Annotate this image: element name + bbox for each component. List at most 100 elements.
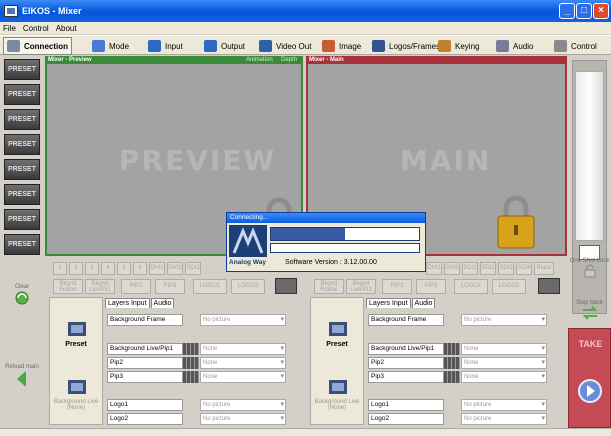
t-bar-fader[interactable] — [575, 71, 604, 241]
layer-select[interactable]: None — [461, 357, 547, 369]
layer-select[interactable]: No picture — [461, 314, 547, 326]
layer-grid-button[interactable] — [538, 278, 560, 294]
source-button[interactable]: 1 — [53, 262, 67, 275]
control-icon — [554, 40, 567, 52]
preview-header-title: Mixer - Preview — [48, 57, 92, 63]
layer-select[interactable]: No picture — [461, 399, 547, 411]
menu-about[interactable]: About — [56, 24, 77, 33]
toolbar-input-button[interactable]: Input — [148, 37, 183, 55]
preset-thumbnail[interactable]: PRESET — [4, 184, 40, 205]
source-button[interactable]: 2 — [69, 262, 83, 275]
menu-control[interactable]: Control — [23, 24, 49, 33]
layer-button[interactable]: PIP3 — [155, 279, 185, 294]
layer-button[interactable]: Bkgnd Live/Pi1 — [346, 279, 376, 294]
layer-button[interactable]: PIP3 — [416, 279, 446, 294]
preset-thumbnail[interactable]: PRESET — [4, 159, 40, 180]
right-control-column: One Shot Lock Step back TAKE — [568, 56, 611, 428]
depth-link[interactable]: Depth — [281, 56, 297, 64]
source-button[interactable]: DVI1 — [149, 262, 165, 275]
dialog-title: Connecting... — [227, 213, 425, 223]
source-button[interactable]: SDI1 — [462, 262, 478, 275]
layer-select[interactable]: No picture — [200, 314, 286, 326]
clear-button[interactable]: Clear — [4, 284, 40, 308]
layer-select[interactable]: None — [200, 371, 286, 383]
layer-row: Background Live/Pip1 None — [107, 343, 286, 355]
source-button[interactable]: DVI1 — [426, 262, 442, 275]
source-button[interactable]: 6 — [133, 262, 147, 275]
layer-select[interactable]: No picture — [200, 399, 286, 411]
layer-select[interactable]: None — [461, 371, 547, 383]
layer-row: Pip2 None — [368, 357, 547, 369]
layer-button[interactable]: LOGO2 — [231, 279, 265, 294]
tab-layers-input[interactable]: Layers Input — [366, 298, 411, 308]
toolbar-keying-button[interactable]: Keying — [438, 37, 479, 55]
toolbar-image-button[interactable]: Image — [322, 37, 361, 55]
layer-button[interactable]: LOGO1 — [193, 279, 227, 294]
background-live-icon — [68, 380, 86, 394]
animation-link[interactable]: Animation — [246, 56, 273, 64]
preset-icon — [68, 322, 86, 336]
layer-button[interactable]: Bkgnd Frame — [314, 279, 344, 294]
toolbar-logos-frames-button[interactable]: Logos/Frames — [372, 37, 440, 55]
source-button[interactable]: DVI2 — [444, 262, 460, 275]
preset-label: Preset — [326, 341, 348, 348]
toolbar-mode-button[interactable]: Mode — [92, 37, 129, 55]
toolbar-connection-button[interactable]: Connection — [3, 37, 72, 55]
preset-thumbnail[interactable]: PRESET — [4, 234, 40, 255]
progress-bar — [270, 227, 420, 241]
layer-select[interactable]: None — [461, 343, 547, 355]
minimize-button[interactable]: _ — [559, 3, 575, 19]
monitor-icon — [7, 40, 20, 52]
layer-bars-icon[interactable] — [444, 343, 460, 355]
source-button[interactable]: SDI3 — [498, 262, 514, 275]
layer-button[interactable]: Bkgnd Frame — [53, 279, 83, 294]
preset-thumbnail[interactable]: PRESET — [4, 59, 40, 80]
maximize-button[interactable]: □ — [576, 3, 592, 19]
layer-bars-icon[interactable] — [183, 343, 199, 355]
source-button[interactable]: 3 — [85, 262, 99, 275]
layer-button[interactable]: Bkgnd Live/Pi1 — [85, 279, 115, 294]
layer-bars-icon[interactable] — [444, 371, 460, 383]
layer-bars-icon[interactable] — [183, 357, 199, 369]
step-back-button[interactable]: Step back — [568, 300, 611, 322]
toolbar-audio-button[interactable]: Audio — [496, 37, 533, 55]
preset-thumbnail[interactable]: PRESET — [4, 134, 40, 155]
layer-grid-button[interactable] — [275, 278, 297, 294]
toolbar-video-out-button[interactable]: Video Out — [259, 37, 311, 55]
source-button[interactable]: Black — [534, 262, 554, 275]
preset-thumbnail[interactable]: PRESET — [4, 109, 40, 130]
tab-layers-input[interactable]: Layers Input — [105, 298, 150, 308]
arrow-left-icon — [17, 371, 26, 387]
source-button[interactable]: SDI2 — [480, 262, 496, 275]
one-shot-lock-button[interactable]: One Shot Lock — [568, 258, 611, 280]
toolbar-label: Image — [339, 41, 362, 51]
source-button[interactable]: 4 — [101, 262, 115, 275]
menu-file[interactable]: File — [3, 24, 16, 33]
source-button[interactable]: 5 — [117, 262, 131, 275]
preset-thumbnail[interactable]: PRESET — [4, 209, 40, 230]
close-button[interactable]: × — [593, 3, 609, 19]
layer-bars-icon[interactable] — [444, 357, 460, 369]
preset-icon — [329, 322, 347, 336]
toolbar-output-button[interactable]: Output — [204, 37, 245, 55]
layer-name: Pip3 — [368, 371, 444, 383]
layer-button[interactable]: PIP2 — [382, 279, 412, 294]
toolbar-label: Input — [165, 41, 183, 51]
layer-button[interactable]: PIP2 — [121, 279, 151, 294]
layer-select[interactable]: No picture — [200, 413, 286, 425]
toolbar-control-button[interactable]: Control — [554, 37, 597, 55]
layer-button[interactable]: LOGO2 — [492, 279, 526, 294]
take-button[interactable]: TAKE — [568, 328, 611, 428]
layer-select[interactable]: None — [200, 357, 286, 369]
preset-thumbnail[interactable]: PRESET — [4, 84, 40, 105]
tab-audio[interactable]: Audio — [150, 298, 175, 308]
layer-button[interactable]: LOGO1 — [454, 279, 488, 294]
layer-select[interactable]: None — [200, 343, 286, 355]
layer-select[interactable]: No picture — [461, 413, 547, 425]
tab-audio[interactable]: Audio — [411, 298, 436, 308]
reload-main-button[interactable]: Reload main — [4, 364, 40, 390]
source-button[interactable]: DVI2 — [167, 262, 183, 275]
source-button[interactable]: SDI4 — [516, 262, 532, 275]
layer-bars-icon[interactable] — [183, 371, 199, 383]
source-button[interactable]: SDI1 — [185, 262, 201, 275]
